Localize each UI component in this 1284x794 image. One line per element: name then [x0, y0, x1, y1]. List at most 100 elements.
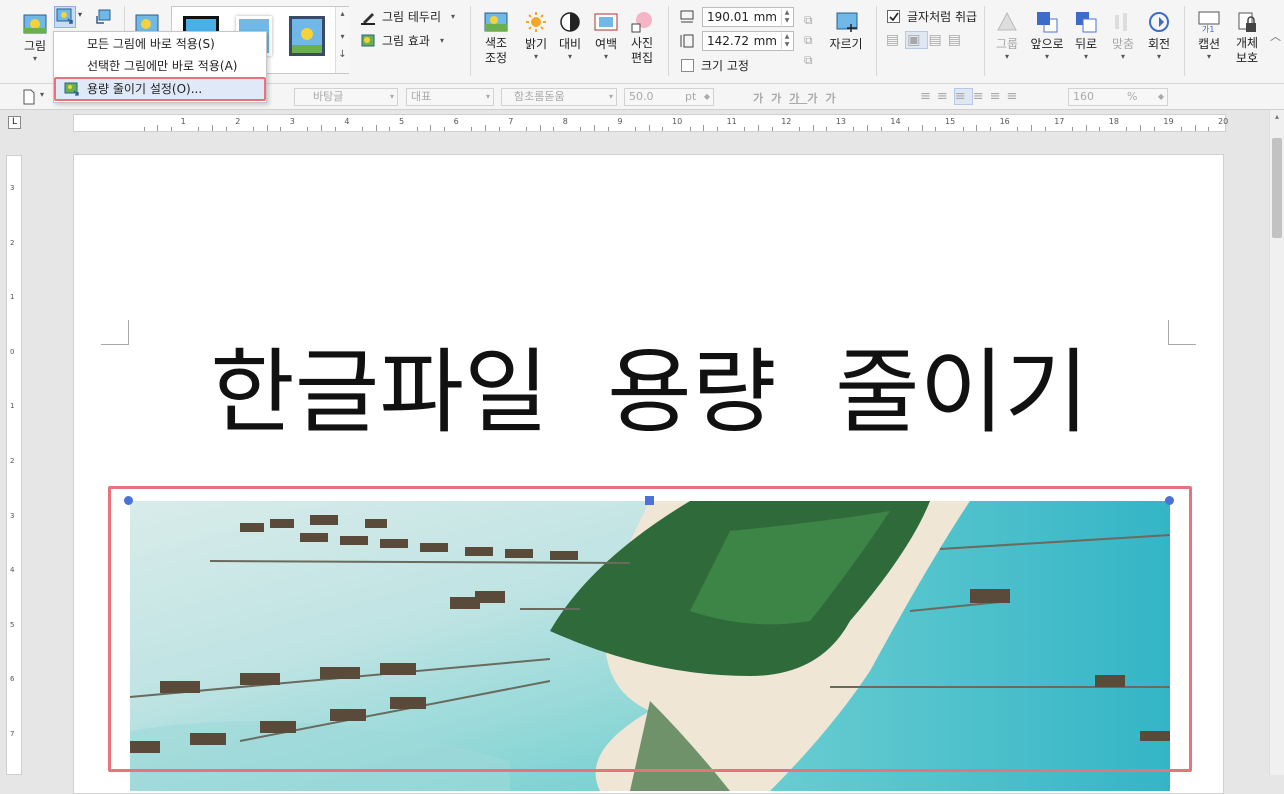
- ruler-tick-label: 10: [672, 117, 683, 126]
- ruler-tick-label: 8: [562, 117, 568, 126]
- gallery-more-icon[interactable]: ↓: [336, 49, 349, 60]
- tab-type-selector[interactable]: L: [8, 116, 21, 129]
- brightness-button[interactable]: 밝기 ▾: [522, 10, 550, 62]
- compress-picture-button[interactable]: [54, 6, 76, 28]
- font-size-combo[interactable]: 50.0 pt ◆: [624, 88, 714, 106]
- group-button[interactable]: 그룹 ▾: [993, 10, 1021, 62]
- font-color-button[interactable]: 가: [807, 92, 825, 105]
- ruler-minor-tick: [539, 125, 541, 131]
- zoom-spinner[interactable]: ◆: [1158, 89, 1164, 105]
- photo-edit-button[interactable]: 사진 편집: [628, 10, 656, 66]
- highlight-button[interactable]: 가: [826, 92, 844, 105]
- compress-dropdown-arrow[interactable]: ▾: [78, 10, 82, 19]
- crop-button[interactable]: 자르기: [827, 10, 865, 52]
- effect-dropdown-icon: ▾: [439, 36, 444, 45]
- ruler-minor-tick: [443, 127, 445, 131]
- picture-border-button[interactable]: 그림 테두리 ▾: [360, 8, 455, 25]
- ruler-minor-tick: [430, 125, 432, 131]
- size-fix-checkbox[interactable]: [681, 59, 694, 72]
- ruler-minor-tick: [498, 127, 500, 131]
- ruler-minor-tick: [648, 125, 650, 131]
- menu-item-apply-selected[interactable]: 선택한 그림에만 바로 적용(A): [54, 55, 266, 77]
- compress-picture-menu: 모든 그림에 바로 적용(S) 선택한 그림에만 바로 적용(A) 용량 줄이기…: [53, 31, 267, 103]
- contrast-button[interactable]: 대비 ▾: [556, 10, 584, 62]
- separator: [876, 6, 877, 76]
- picture-button[interactable]: 그림 ▾: [20, 12, 50, 64]
- ruler-tick-label: 6: [453, 117, 459, 126]
- resize-handle-top-right[interactable]: [1165, 496, 1174, 505]
- new-doc-icon[interactable]: [22, 89, 36, 105]
- ruler-tick-label: 12: [781, 117, 792, 126]
- ribbon-collapse-icon[interactable]: ︿: [1270, 28, 1281, 44]
- menu-item-apply-all[interactable]: 모든 그림에 바로 적용(S): [54, 33, 266, 55]
- style-combo[interactable]: 바탕글 ▾: [294, 88, 398, 106]
- paragraph-align-buttons: ≡≡≡≡≡≡: [920, 88, 1024, 105]
- bring-forward-arrow: ▾: [1044, 52, 1049, 61]
- ruler-minor-tick: [157, 125, 159, 131]
- rotate-button[interactable]: 회전 ▾: [1145, 10, 1173, 62]
- font-combo[interactable]: 함초롬돋움 ▾: [501, 88, 617, 106]
- ruler-tick-label: 13: [835, 117, 846, 126]
- margin-button[interactable]: 여백 ▾: [592, 10, 620, 62]
- document-title[interactable]: 한글파일 용량 줄이기: [74, 337, 1225, 449]
- ruler-minor-tick: [389, 127, 391, 131]
- ruler-tick-label: 1: [10, 293, 15, 302]
- caption-button[interactable]: 가1 캡션 ▾: [1194, 10, 1224, 62]
- picture-arrow: ▾: [32, 54, 37, 63]
- ruler-tick-label: 4: [10, 566, 15, 575]
- ruler-minor-tick: [280, 127, 282, 131]
- underline-button[interactable]: 가: [789, 92, 807, 105]
- lock-size-icons: ⧉ ⧉ ⧉: [804, 13, 813, 67]
- object-protect-button[interactable]: 개체 보호: [1232, 10, 1262, 66]
- ruler-minor-tick: [921, 125, 923, 131]
- color-adjust-button[interactable]: 색조 조정: [481, 10, 511, 66]
- font-size-unit: pt: [685, 90, 697, 103]
- treat-as-char-checkbox[interactable]: [887, 10, 900, 23]
- width-spinner[interactable]: ▲ ▼: [781, 9, 792, 25]
- height-field[interactable]: 142.72 mm ▲ ▼: [702, 31, 794, 51]
- italic-button[interactable]: 가: [771, 92, 789, 105]
- scroll-up-icon[interactable]: ▴: [1270, 112, 1284, 121]
- zoom-combo[interactable]: 160 % ◆: [1068, 88, 1168, 106]
- flower-icon: [292, 28, 322, 53]
- scroll-thumb[interactable]: [1272, 138, 1282, 238]
- object-protect-label-2: 보호: [1235, 51, 1259, 65]
- send-backward-button[interactable]: 뒤로 ▾: [1072, 10, 1100, 62]
- new-doc-arrow[interactable]: ▾: [40, 90, 44, 99]
- ruler-minor-tick: [689, 127, 691, 131]
- bold-button[interactable]: 가: [753, 92, 771, 105]
- width-icon: [680, 10, 694, 23]
- vertical-ruler[interactable]: 3 2 1 0 1 2 3 4 5 6 7: [6, 155, 22, 775]
- resize-handle-top[interactable]: [645, 496, 654, 505]
- height-spinner[interactable]: ▲ ▼: [781, 33, 792, 49]
- object-protect-label-1: 개체: [1235, 36, 1259, 50]
- menu-item-compress-settings[interactable]: 용량 줄이기 설정(O)...: [54, 77, 266, 101]
- bring-forward-button[interactable]: 앞으로 ▾: [1029, 10, 1065, 62]
- ruler-minor-tick: [1044, 127, 1046, 131]
- crop-label: 자르기: [829, 37, 863, 51]
- gallery-down-icon[interactable]: ▾: [336, 32, 349, 41]
- font-lang-combo[interactable]: 대표 ▾: [406, 88, 494, 106]
- horizontal-ruler[interactable]: 1 2 3 4 5 6 7 8 9 10 11 12 13 14 15 16 17 18 19 20: [73, 114, 1228, 132]
- ruler-tick-label: 3: [289, 117, 295, 126]
- ruler-minor-tick: [662, 127, 664, 131]
- font-value: 함초롬돋움: [514, 90, 565, 103]
- compress-settings-label: 용량 줄이기 설정(O)...: [87, 82, 203, 96]
- style-preset-3[interactable]: [289, 16, 325, 56]
- ruler-minor-tick: [1085, 125, 1087, 131]
- resize-handle-top-left[interactable]: [124, 496, 133, 505]
- picture-effect-button[interactable]: 그림 효과 ▾: [360, 32, 444, 49]
- gallery-up-icon[interactable]: ▴: [336, 9, 349, 18]
- width-field[interactable]: 190.01 mm ▲ ▼: [702, 7, 794, 27]
- vertical-scrollbar[interactable]: ▴: [1269, 110, 1284, 775]
- ruler-minor-tick: [1017, 127, 1019, 131]
- brightness-label: 밝기: [524, 37, 548, 51]
- document-page[interactable]: 한글파일 용량 줄이기: [73, 154, 1224, 794]
- ruler-minor-tick: [962, 127, 964, 131]
- gallery-scroll[interactable]: ▴ ▾ ↓: [335, 7, 349, 73]
- change-picture-button[interactable]: [94, 8, 112, 29]
- font-size-spinner[interactable]: ◆: [704, 89, 710, 105]
- crop-icon: [833, 10, 859, 34]
- ruler-minor-tick: [1071, 127, 1073, 131]
- align-button[interactable]: 맞춤 ▾: [1109, 10, 1137, 62]
